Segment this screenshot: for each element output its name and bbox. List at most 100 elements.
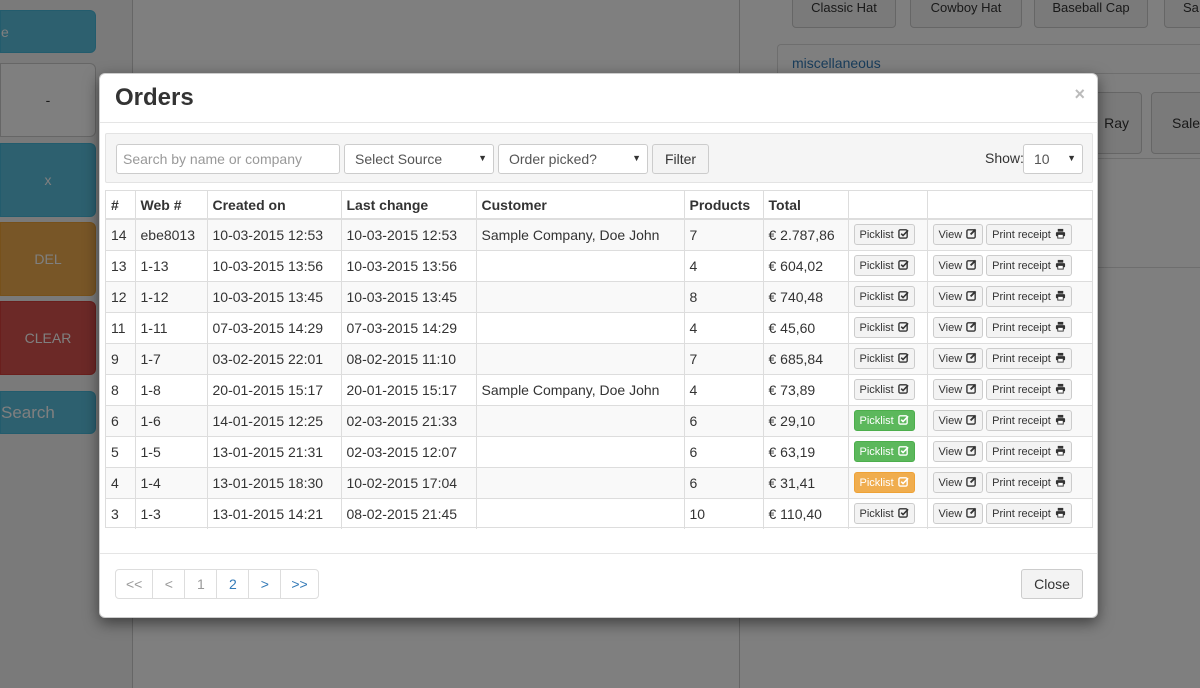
view-button[interactable]: View — [932, 472, 984, 493]
print-receipt-label: Print receipt — [992, 352, 1051, 365]
pagination-item[interactable]: 2 — [216, 569, 250, 599]
picklist-button[interactable]: Picklist — [853, 410, 915, 431]
search-input[interactable] — [116, 144, 340, 174]
column-header[interactable]: Last change — [341, 191, 477, 220]
edit-icon — [966, 352, 977, 366]
order-id: 5 — [106, 435, 136, 467]
order-web-number: ebe8013 — [135, 218, 208, 250]
picklist-button[interactable]: Picklist — [853, 286, 915, 307]
printer-icon — [1055, 228, 1066, 242]
column-header[interactable]: Products — [684, 191, 764, 220]
picklist-button[interactable]: Picklist — [853, 224, 915, 246]
picklist-button[interactable]: Picklist — [853, 317, 915, 338]
column-header[interactable]: Web # — [135, 191, 208, 220]
filter-button[interactable]: Filter — [652, 144, 709, 174]
picklist-label: Picklist — [859, 414, 894, 427]
close-icon[interactable]: × — [1074, 84, 1085, 105]
column-header[interactable]: Created on — [207, 191, 342, 220]
order-picked-select[interactable]: Order picked? ▼ — [498, 144, 648, 174]
show-label: Show: — [985, 150, 1024, 166]
picklist-button[interactable]: Picklist — [853, 441, 915, 462]
view-button[interactable]: View — [932, 410, 984, 431]
order-created-on: 10-03-2015 13:56 — [207, 249, 342, 281]
pagination-item[interactable]: < — [152, 569, 186, 599]
table-row: 6 1-6 14-01-2015 12:25 02-03-2015 21:33 6 € 2… — [106, 404, 1092, 436]
view-label: View — [938, 259, 963, 272]
order-products: 4 — [684, 373, 764, 405]
orders-table: # Web # Created on Last change Customer … — [106, 191, 1092, 529]
picklist-button[interactable]: Picklist — [853, 503, 915, 525]
picklist-button[interactable]: Picklist — [853, 255, 915, 276]
print-receipt-button[interactable]: Print receipt — [986, 224, 1072, 246]
picklist-button[interactable]: Picklist — [853, 379, 915, 400]
pagination-item[interactable]: > — [248, 569, 282, 599]
order-web-number: 1-13 — [135, 249, 208, 281]
page-size-select[interactable]: 10 ▼ — [1023, 144, 1083, 174]
order-picked-value: Order picked? — [509, 151, 597, 167]
column-header[interactable]: # — [106, 191, 136, 220]
order-last-change: 20-01-2015 15:17 — [341, 373, 477, 405]
check-square-icon — [897, 507, 909, 521]
check-square-icon — [897, 259, 909, 273]
print-receipt-button[interactable]: Print receipt — [986, 379, 1072, 400]
view-button[interactable]: View — [932, 317, 984, 338]
picklist-cell: Picklist — [848, 311, 928, 343]
pagination-item[interactable]: 1 — [184, 569, 218, 599]
print-receipt-button[interactable]: Print receipt — [986, 255, 1072, 276]
print-receipt-button[interactable]: Print receipt — [986, 441, 1072, 462]
view-button[interactable]: View — [932, 441, 984, 462]
actions-cell: View Print receipt — [927, 311, 1092, 343]
print-receipt-button[interactable]: Print receipt — [986, 286, 1072, 307]
pagination-item[interactable]: >> — [280, 569, 319, 599]
picklist-button[interactable]: Picklist — [853, 348, 915, 369]
view-button[interactable]: View — [932, 224, 984, 246]
check-square-icon — [897, 321, 909, 335]
picklist-cell: Picklist — [848, 497, 928, 529]
view-label: View — [938, 290, 963, 303]
order-web-number: 1-12 — [135, 280, 208, 312]
order-total: € 45,60 — [763, 311, 849, 343]
actions-cell: View Print receipt — [927, 373, 1092, 405]
table-row: 8 1-8 20-01-2015 15:17 20-01-2015 15:17 Samp… — [106, 373, 1092, 405]
print-receipt-label: Print receipt — [992, 476, 1051, 489]
view-button[interactable]: View — [932, 255, 984, 276]
column-header[interactable]: Total — [763, 191, 849, 220]
print-receipt-button[interactable]: Print receipt — [986, 503, 1072, 525]
order-created-on: 13-01-2015 18:30 — [207, 466, 342, 498]
order-customer — [476, 404, 685, 436]
print-receipt-button[interactable]: Print receipt — [986, 348, 1072, 369]
page-size-value: 10 — [1034, 151, 1050, 167]
column-header[interactable]: Customer — [476, 191, 685, 220]
print-receipt-button[interactable]: Print receipt — [986, 472, 1072, 493]
order-last-change: 08-02-2015 21:45 — [341, 497, 477, 529]
close-button[interactable]: Close — [1021, 569, 1083, 599]
print-receipt-label: Print receipt — [992, 383, 1051, 396]
order-id: 12 — [106, 280, 136, 312]
view-button[interactable]: View — [932, 286, 984, 307]
orders-table-container: # Web # Created on Last change Customer … — [105, 190, 1093, 529]
source-select[interactable]: Select Source ▼ — [344, 144, 494, 174]
check-square-icon — [897, 352, 909, 366]
edit-icon — [966, 290, 977, 304]
order-customer — [476, 466, 685, 498]
view-button[interactable]: View — [932, 348, 984, 369]
order-created-on: 10-03-2015 12:53 — [207, 218, 342, 250]
print-receipt-label: Print receipt — [992, 414, 1051, 427]
order-web-number: 1-7 — [135, 342, 208, 374]
view-button[interactable]: View — [932, 379, 984, 400]
order-total: € 73,89 — [763, 373, 849, 405]
view-button[interactable]: View — [932, 503, 984, 525]
column-header — [848, 191, 928, 220]
order-created-on: 10-03-2015 13:45 — [207, 280, 342, 312]
table-row: 9 1-7 03-02-2015 22:01 08-02-2015 11:10 7 € 6… — [106, 342, 1092, 374]
source-select-value: Select Source — [355, 151, 443, 167]
print-receipt-label: Print receipt — [992, 259, 1051, 272]
printer-icon — [1055, 445, 1066, 459]
picklist-button[interactable]: Picklist — [853, 472, 915, 493]
pagination-item[interactable]: << — [115, 569, 154, 599]
order-id: 4 — [106, 466, 136, 498]
print-receipt-button[interactable]: Print receipt — [986, 410, 1072, 431]
print-receipt-button[interactable]: Print receipt — [986, 317, 1072, 338]
picklist-cell: Picklist — [848, 404, 928, 436]
picklist-cell: Picklist — [848, 218, 928, 250]
